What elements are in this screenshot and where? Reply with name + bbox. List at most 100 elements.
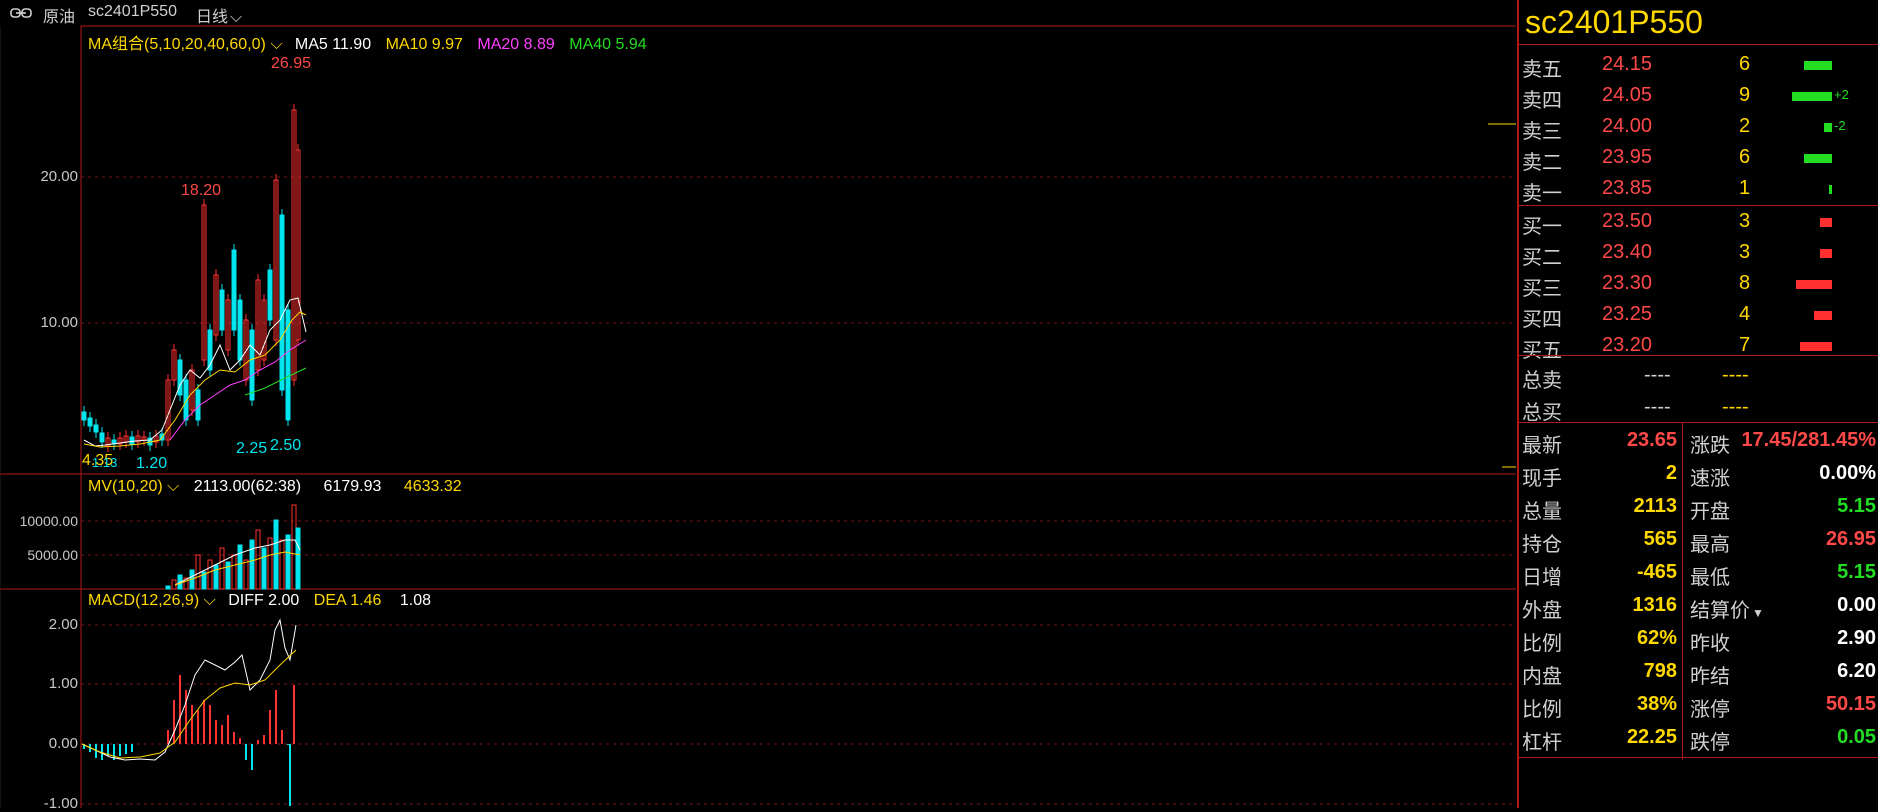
bid-volume: 8: [1739, 272, 1751, 294]
stat-value: 0.00%: [1819, 462, 1876, 484]
y-tick: 2.00: [48, 616, 78, 633]
stat-value: -465: [1636, 561, 1677, 583]
volume-bar: [261, 547, 267, 590]
candlesticks: [81, 104, 301, 452]
stat-item: 最高 26.95: [1690, 528, 1876, 558]
stat-label: 涨跌: [1690, 435, 1730, 457]
vol-value: 2113.00(62:38): [193, 478, 302, 495]
candle-body: [267, 269, 273, 321]
mv20-value: 4633.32: [403, 478, 462, 495]
stat-item: 涨跌 17.45/281.45%: [1690, 429, 1876, 459]
stat-value: 0.05: [1837, 726, 1876, 748]
total-b: ----: [1722, 396, 1749, 418]
stat-value: 565: [1643, 528, 1677, 550]
stat-value: 62%: [1636, 627, 1677, 649]
total-label: 总买: [1522, 402, 1562, 424]
ma-combo-label[interactable]: MA组合(5,10,20,40,60,0): [88, 36, 266, 53]
ask-volume-bar: [1804, 61, 1832, 70]
bid-row[interactable]: 买五 23.20 7: [1519, 331, 1878, 362]
bid-row[interactable]: 买四 23.25 4: [1519, 300, 1878, 331]
high-annotation: 26.95: [271, 55, 312, 72]
total-b: ----: [1722, 364, 1749, 386]
ask-row[interactable]: 卖二 23.95 6: [1519, 143, 1878, 174]
stat-value: 50.15: [1825, 693, 1876, 715]
total-label: 总卖: [1522, 370, 1562, 392]
candle-body: [93, 424, 99, 433]
ask-volume-bar: [1824, 123, 1832, 132]
candle-body: [249, 329, 255, 401]
stat-label: 昨收: [1690, 633, 1730, 655]
y-tick: 10.00: [40, 314, 78, 331]
bid-label: 买一: [1522, 216, 1562, 238]
ask-label: 卖四: [1522, 90, 1562, 112]
y-tick: 1.00: [48, 675, 78, 692]
ask-volume-bar: [1829, 185, 1832, 194]
stat-label: 内盘: [1522, 666, 1562, 688]
macd-legend: MACD(12,26,9) ⌵ DIFF 2.00 DEA 1.46 1.08: [88, 592, 431, 609]
bid-row[interactable]: 买三 23.30 8: [1519, 269, 1878, 300]
y-tick: 0.00: [48, 735, 78, 752]
volume-bar: [165, 585, 171, 590]
bid-price: 23.30: [1602, 272, 1653, 294]
quote-panel: sc2401P550 卖五 24.15 6 卖四 24.05 9 +2 卖三 24…: [1517, 0, 1878, 808]
ma20-value: MA20 8.89: [477, 36, 555, 53]
ma40-value: MA40 5.94: [569, 36, 647, 53]
stat-item: 日增 -465: [1522, 561, 1677, 591]
bid-volume: 7: [1739, 334, 1751, 356]
volume-bar: [243, 559, 249, 590]
candle-body: [237, 299, 243, 361]
stat-label: 持仓: [1522, 534, 1562, 556]
stat-item: 持仓 565: [1522, 528, 1677, 558]
bid-volume-bar: [1820, 218, 1832, 227]
ask-row[interactable]: 卖一 23.85 1: [1519, 174, 1878, 205]
stat-value: 798: [1643, 660, 1677, 682]
y-tick: -1.00: [43, 795, 78, 812]
ask-label: 卖二: [1522, 152, 1562, 174]
mv-label[interactable]: MV(10,20): [88, 478, 163, 495]
candle-body: [99, 432, 105, 443]
caret-down-icon[interactable]: ▼: [1752, 606, 1764, 620]
ask-row[interactable]: 卖五 24.15 6: [1519, 50, 1878, 81]
ma10-line: [83, 311, 307, 448]
volume-legend: MV(10,20) ⌵ 2113.00(62:38) 6179.93 4633.…: [88, 478, 462, 495]
kline-chart[interactable]: [0, 0, 1516, 808]
bid-row[interactable]: 买二 23.40 3: [1519, 238, 1878, 269]
ask-change: +2: [1834, 87, 1849, 102]
stat-value: 2113: [1633, 495, 1677, 517]
stat-item: 现手 2: [1522, 462, 1677, 492]
stat-label: 外盘: [1522, 600, 1562, 622]
bid-volume-bar: [1800, 342, 1832, 351]
stat-value: 5.15: [1837, 495, 1876, 517]
bid-price: 23.25: [1602, 303, 1653, 325]
volume-bar: [279, 539, 285, 590]
stat-label: 比例: [1522, 633, 1562, 655]
stat-item: 总量 2113: [1522, 495, 1677, 525]
bid-volume-bar: [1820, 249, 1832, 258]
ask-price: 24.05: [1602, 84, 1653, 106]
ask-price: 24.00: [1602, 115, 1653, 137]
ask-row[interactable]: 卖四 24.05 9 +2: [1519, 81, 1878, 112]
ma10-value: MA10 9.97: [385, 36, 463, 53]
volume-bar: [249, 539, 255, 590]
bid-price: 23.40: [1602, 241, 1653, 263]
stat-label: 涨停: [1690, 699, 1730, 721]
low-annotation: 1.20: [136, 455, 168, 472]
bid-row[interactable]: 买一 23.50 3: [1519, 207, 1878, 238]
ask-row[interactable]: 卖三 24.00 2 -2: [1519, 112, 1878, 143]
price-legend: MA组合(5,10,20,40,60,0) ⌵ MA5 11.90 MA10 9…: [88, 36, 647, 53]
stat-label: 结算价: [1690, 600, 1750, 622]
dea-value: DEA 1.46: [313, 592, 382, 609]
stat-value: 2.90: [1837, 627, 1876, 649]
ma5-value: MA5 11.90: [294, 36, 372, 53]
stat-label: 最低: [1690, 567, 1730, 589]
stat-value: 6.20: [1837, 660, 1876, 682]
macd-label[interactable]: MACD(12,26,9): [88, 592, 199, 609]
total-a: ----: [1644, 396, 1671, 418]
volume-bar: [231, 554, 237, 590]
stat-label: 总量: [1522, 501, 1562, 523]
volume-bars: [165, 504, 301, 590]
y-tick: 5000.00: [27, 547, 78, 563]
stat-item[interactable]: 结算价 ▼ 0.00: [1690, 594, 1876, 624]
stat-item: 开盘 5.15: [1690, 495, 1876, 525]
ask-change: -2: [1834, 118, 1846, 133]
